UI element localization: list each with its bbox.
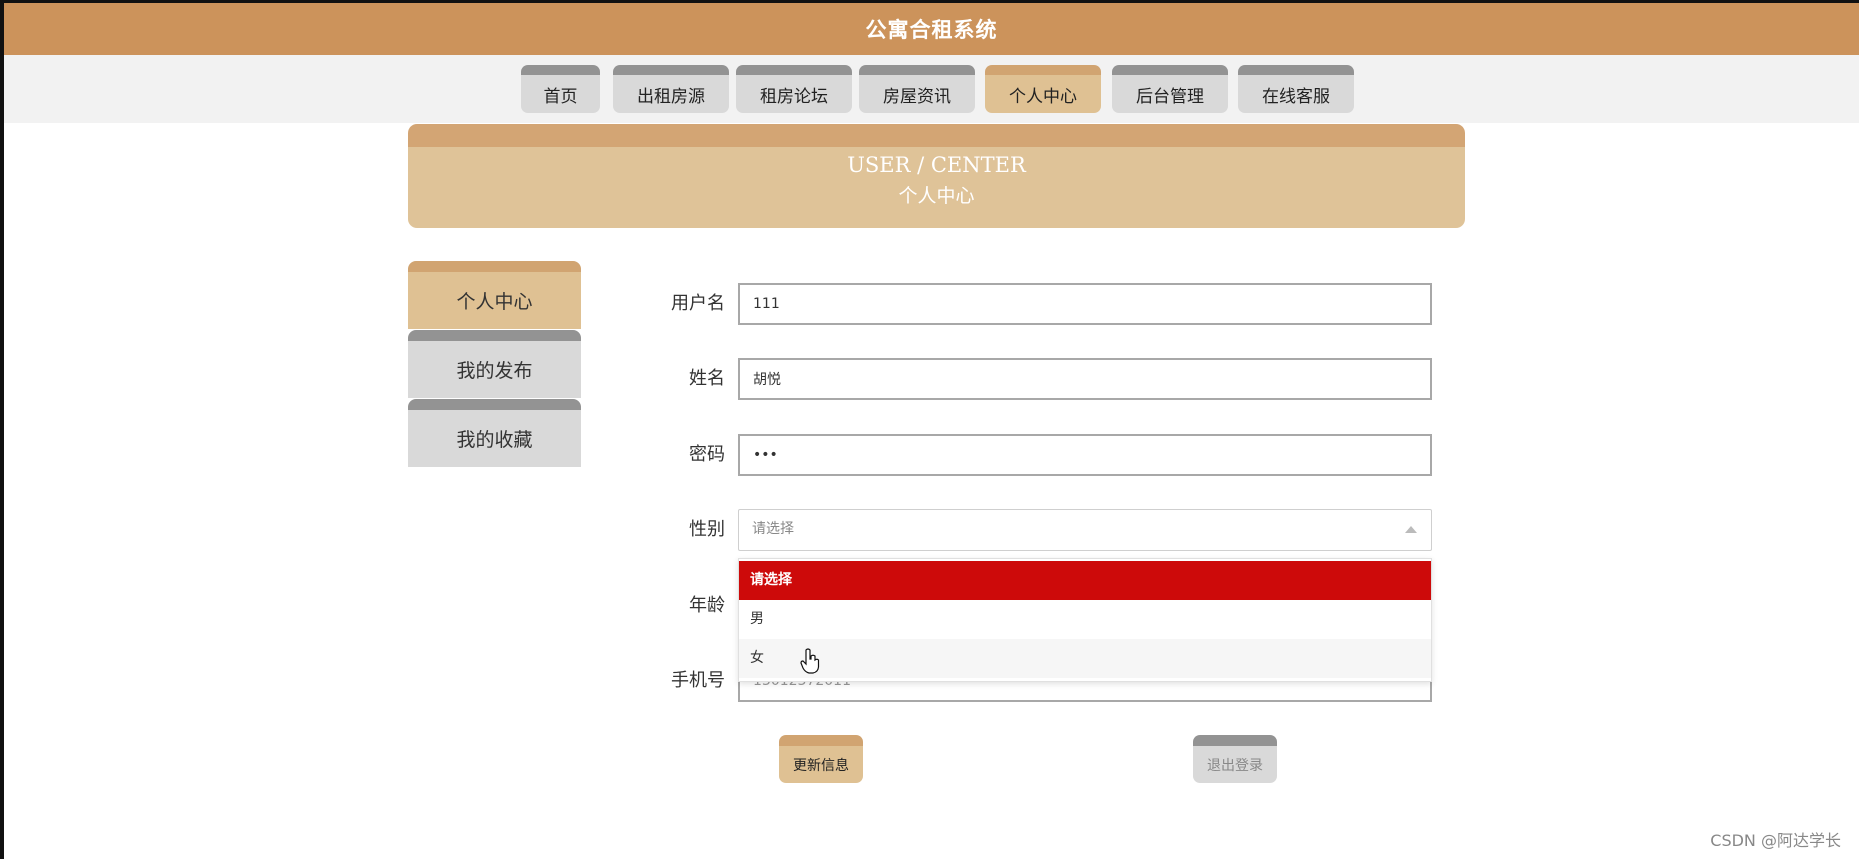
password-field[interactable]: ••• (738, 434, 1432, 476)
sidebar-item-my-posts[interactable]: 我的发布 (408, 330, 581, 398)
gender-option-placeholder[interactable]: 请选择 (739, 561, 1431, 600)
logout-button[interactable]: 退出登录 (1193, 735, 1277, 783)
nav-tab-user-center[interactable]: 个人中心 (985, 65, 1101, 113)
name-field[interactable] (738, 358, 1432, 400)
nav-tab-forum[interactable]: 租房论坛 (736, 65, 852, 113)
update-info-button[interactable]: 更新信息 (779, 735, 863, 783)
watermark: CSDN @阿达学长 (1710, 831, 1841, 850)
gender-option-female[interactable]: 女 (739, 639, 1431, 678)
gender-select[interactable]: 请选择 (738, 509, 1432, 551)
gender-label: 性别 (689, 519, 725, 540)
gender-option-male[interactable]: 男 (739, 600, 1431, 639)
page-banner: USER / CENTER 个人中心 (408, 124, 1465, 228)
phone-label: 手机号 (671, 670, 725, 691)
password-label: 密码 (689, 444, 725, 465)
username-label: 用户名 (671, 293, 725, 314)
nav-tab-home[interactable]: 首页 (521, 65, 600, 113)
banner-title-en: USER / CENTER (847, 153, 1026, 177)
nav-tab-rentals[interactable]: 出租房源 (613, 65, 729, 113)
gender-dropdown: 请选择 男 女 (738, 558, 1432, 682)
sidebar-item-my-favorites[interactable]: 我的收藏 (408, 399, 581, 467)
top-nav: 首页 出租房源 租房论坛 房屋资讯 个人中心 后台管理 在线客服 (4, 55, 1859, 123)
username-field[interactable] (738, 283, 1432, 325)
age-label: 年龄 (689, 595, 725, 616)
caret-up-icon (1405, 526, 1417, 533)
window-left-edge (0, 0, 4, 859)
hand-pointer-icon (800, 648, 820, 674)
nav-tab-news[interactable]: 房屋资讯 (859, 65, 975, 113)
app-title: 公寓合租系统 (865, 18, 998, 42)
gender-select-value: 请选择 (752, 521, 794, 537)
nav-tab-service[interactable]: 在线客服 (1238, 65, 1354, 113)
app-header: 公寓合租系统 (4, 0, 1859, 55)
name-label: 姓名 (689, 368, 725, 389)
nav-tab-admin[interactable]: 后台管理 (1112, 65, 1228, 113)
banner-title-zh: 个人中心 (898, 185, 975, 207)
sidebar-item-user-center[interactable]: 个人中心 (408, 261, 581, 329)
